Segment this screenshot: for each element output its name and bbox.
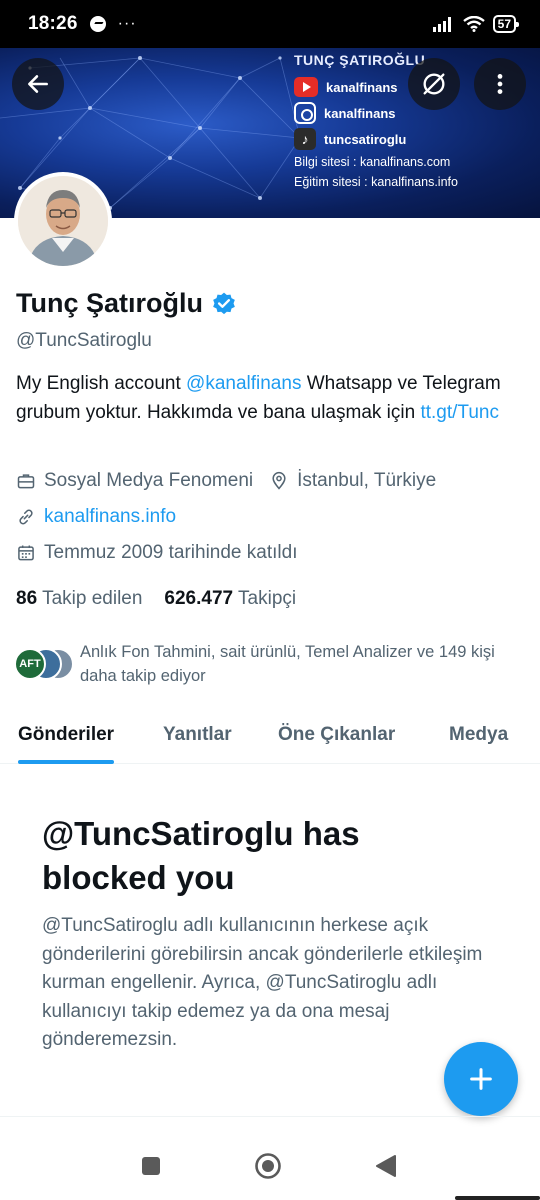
profile-meta-row: Sosyal Medya Fenomeni İstanbul, Türkiye [16, 470, 436, 492]
banner-info-site: Bilgi sitesi : kanalfinans.com [294, 155, 451, 169]
location-pin-icon [272, 471, 286, 490]
status-time: 18:26 [28, 13, 78, 34]
back-button[interactable] [12, 58, 64, 110]
home-button[interactable] [248, 1146, 288, 1186]
category-label: Sosyal Medya Fenomeni [44, 470, 254, 491]
profile-website[interactable]: kanalfinans.info [16, 506, 176, 528]
website-link[interactable]: kanalfinans.info [44, 506, 176, 528]
profile-location: İstanbul, Türkiye [269, 470, 436, 492]
profile-category: Sosyal Medya Fenomeni [16, 470, 253, 492]
wifi-icon [462, 16, 485, 32]
bottom-divider [0, 1116, 540, 1117]
location-label: İstanbul, Türkiye [297, 470, 437, 491]
followers-label: Takipçi [238, 588, 297, 609]
banner-edu-site: Eğitim sitesi : kanalfinans.info [294, 175, 458, 189]
banner-social-label: kanalfinans [324, 105, 396, 121]
calendar-icon [18, 545, 34, 561]
followers-you-know[interactable]: AFT Anlık Fon Tahmini, sait ürünlü, Teme… [14, 640, 530, 688]
link-icon [19, 509, 33, 525]
profile-name: Tunç Şatıroğlu [16, 288, 203, 318]
gesture-indicator [455, 1196, 540, 1200]
banner-social-label: kanalfinans [326, 79, 398, 95]
battery-icon: 57 [492, 15, 520, 33]
square-icon [142, 1157, 160, 1175]
banner-social-tiktok: ♪ tuncsatiroglu [294, 126, 458, 152]
profile-joined-row: Temmuz 2009 tarihinde katıldı [16, 542, 297, 564]
blocked-description: @TuncSatiroglu adlı kullanıcının herkese… [42, 915, 483, 1050]
bio-url-link[interactable]: tt.gt/Tunc [420, 402, 499, 423]
followers-count: 626.477 [164, 588, 234, 609]
mini-avatar-stack: AFT [14, 648, 78, 684]
arrow-left-icon [28, 75, 48, 93]
followed-by-text: Anlık Fon Tahmini, sait ürünlü, Temel An… [80, 643, 495, 685]
more-vertical-icon [497, 74, 503, 94]
youtube-icon [294, 77, 318, 97]
messenger-icon [89, 16, 106, 32]
followers-stat[interactable]: 626.477 Takipçi [164, 588, 296, 610]
triangle-back-icon [376, 1155, 396, 1177]
mini-avatar: AFT [14, 648, 46, 680]
recents-button[interactable] [131, 1146, 171, 1186]
blocked-title: @TuncSatiroglu has blocked you [42, 815, 360, 896]
signal-icon [432, 17, 451, 32]
follow-stats: 86 Takip edilen 626.477 Takipçi [16, 588, 296, 610]
banner-social-label: tuncsatiroglu [324, 131, 407, 147]
joined-label: Temmuz 2009 tarihinde katıldı [44, 542, 298, 563]
avatar-photo [18, 176, 108, 266]
system-back-button[interactable] [366, 1146, 406, 1186]
profile-name-row: Tunç Şatıroğlu [16, 288, 237, 319]
bio-text: My English account [16, 373, 187, 394]
following-stat[interactable]: 86 Takip edilen [16, 588, 142, 610]
tiktok-icon: ♪ [294, 128, 316, 150]
compose-button[interactable] [444, 1042, 518, 1116]
no-circle-icon [423, 73, 445, 95]
more-options-button[interactable] [474, 58, 526, 110]
profile-website-row: kanalfinans.info [16, 506, 176, 528]
instagram-icon [294, 102, 316, 124]
bio-mention-link[interactable]: @kanalfinans [186, 373, 301, 394]
status-bar: 18:26 ··· 57 [0, 0, 540, 48]
profile-tabs: Gönderiler Yanıtlar Öne Çıkanlar Medya [0, 706, 540, 764]
system-nav-bar [0, 1130, 540, 1200]
verified-badge-icon[interactable] [211, 291, 237, 317]
tab-posts[interactable]: Gönderiler [18, 706, 115, 764]
tab-replies[interactable]: Yanıtlar [163, 706, 232, 764]
more-notifications-icon: ··· [117, 15, 137, 32]
tab-highlights[interactable]: Öne Çıkanlar [278, 706, 395, 764]
briefcase-icon [17, 474, 35, 489]
person-portrait [18, 176, 108, 266]
following-label: Takip edilen [42, 588, 143, 609]
following-count: 86 [16, 588, 38, 609]
profile-handle: @TuncSatiroglu [16, 330, 152, 351]
notifications-toggle-button[interactable] [408, 58, 460, 110]
tab-media[interactable]: Medya [449, 706, 508, 764]
profile-avatar[interactable] [14, 172, 112, 270]
plus-icon [470, 1068, 492, 1090]
home-circle-icon [255, 1153, 281, 1179]
profile-joined: Temmuz 2009 tarihinde katıldı [16, 542, 297, 564]
profile-bio: My English account @kanalfinans Whatsapp… [16, 370, 516, 427]
